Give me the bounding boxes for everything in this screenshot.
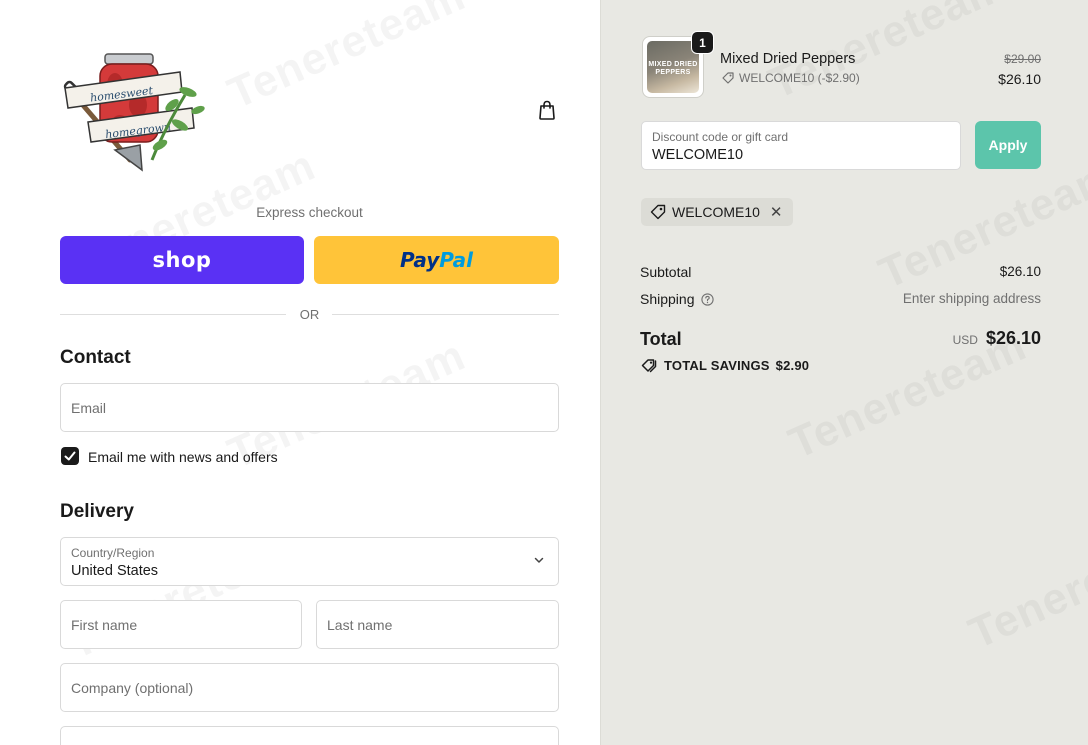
total-value: USD $26.10: [953, 328, 1041, 349]
last-name-placeholder: Last name: [327, 616, 393, 633]
discount-code-value: WELCOME10: [652, 147, 744, 163]
paypal-button[interactable]: Pay Pal: [314, 236, 559, 284]
logo-illustration: homesweet homegrown: [63, 53, 205, 172]
tag-icon: [641, 359, 657, 373]
product-original-price: $29.00: [1004, 52, 1041, 66]
shipping-row-label: Shipping: [640, 291, 714, 307]
newsletter-label[interactable]: Email me with news and offers: [88, 449, 278, 465]
or-divider: OR: [60, 306, 559, 324]
apply-button[interactable]: Apply: [975, 121, 1041, 169]
shopping-bag-icon[interactable]: [536, 99, 558, 121]
subtotal-value: $26.10: [999, 264, 1041, 279]
currency-code: USD: [952, 333, 978, 347]
company-field[interactable]: Company (optional): [60, 663, 559, 712]
paypal-label-pal: Pal: [439, 248, 474, 272]
savings-label: TOTAL SAVINGS: [664, 358, 770, 373]
product-discount-text: WELCOME10 (-$2.90): [739, 71, 860, 85]
product-price: $26.10: [998, 71, 1041, 87]
product-image-text: MIXED DRIED PEPPERS: [648, 61, 698, 76]
total-savings: TOTAL SAVINGS $2.90: [641, 358, 809, 373]
shipping-value: Enter shipping address: [902, 291, 1041, 306]
discount-code-field[interactable]: Discount code or gift card WELCOME10: [641, 121, 961, 170]
last-name-field[interactable]: Last name: [316, 600, 559, 649]
contact-heading: Contact: [60, 347, 131, 368]
country-value: United States: [71, 563, 159, 579]
applied-discount-code: WELCOME10: [672, 204, 760, 220]
delivery-heading: Delivery: [60, 501, 134, 522]
express-checkout-label: Express checkout: [256, 205, 363, 220]
country-select[interactable]: Country/Region United States: [60, 537, 559, 586]
newsletter-checkbox[interactable]: [61, 447, 79, 465]
tag-icon: [650, 204, 666, 220]
product-name: Mixed Dried Peppers: [720, 51, 856, 67]
paypal-label-pay: Pay: [399, 248, 440, 272]
chevron-down-icon: [534, 557, 544, 563]
checkout-main: Tenereteam Tenereteam Tenereteam Teneret…: [0, 0, 600, 745]
savings-value: $2.90: [775, 358, 810, 373]
discount-code-label: Discount code or gift card: [652, 130, 789, 144]
email-field[interactable]: Email: [60, 383, 559, 432]
tag-icon: [722, 72, 734, 84]
email-placeholder: Email: [71, 399, 107, 416]
country-label: Country/Region: [71, 546, 155, 560]
subtotal-label: Subtotal: [640, 264, 692, 280]
shop-pay-label: shop: [152, 248, 212, 272]
company-placeholder: Company (optional): [71, 679, 194, 696]
order-summary: Tenereteam Tenereteam Tenereteam Teneret…: [600, 0, 1088, 745]
quantity-badge: 1: [691, 31, 714, 54]
total-label: Total: [640, 329, 682, 349]
first-name-placeholder: First name: [71, 616, 138, 633]
shipping-label: Shipping: [640, 291, 695, 307]
checkmark-icon: [64, 451, 76, 461]
watermark: Tenereteam: [872, 151, 1088, 300]
watermark: Tenereteam: [221, 0, 473, 119]
shop-pay-button[interactable]: shop: [60, 236, 304, 284]
applied-discount-chip: WELCOME10 ✕: [641, 198, 793, 226]
first-name-field[interactable]: First name: [60, 600, 302, 649]
product-discount: WELCOME10 (-$2.90): [722, 71, 860, 85]
total-amount: $26.10: [985, 328, 1041, 348]
close-icon[interactable]: ✕: [770, 203, 783, 221]
address-field[interactable]: [60, 726, 559, 745]
watermark: Tenereteam: [962, 511, 1088, 660]
divider-line: [332, 314, 559, 315]
store-logo[interactable]: homesweet homegrown: [60, 50, 210, 175]
help-circle-icon[interactable]: [700, 292, 714, 306]
